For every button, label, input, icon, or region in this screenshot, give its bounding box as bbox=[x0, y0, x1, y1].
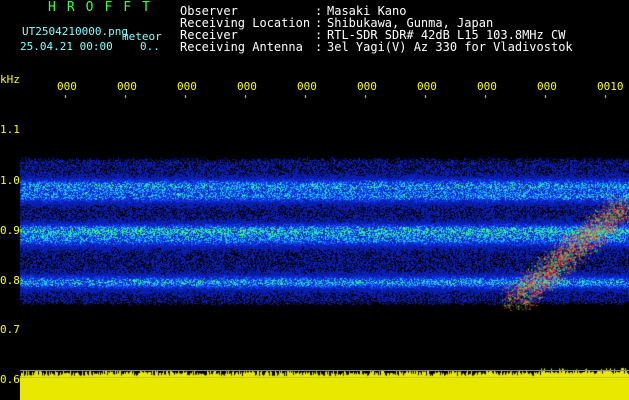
x-tick-label: 000 bbox=[117, 80, 137, 93]
x-tick-label: 000 bbox=[57, 80, 77, 93]
field-antenna-sep: : bbox=[315, 40, 323, 54]
y-tick-label: 0.6 bbox=[0, 373, 20, 386]
y-tick-label: 0.9 bbox=[0, 224, 20, 237]
x-tick-label: 000 bbox=[477, 80, 497, 93]
x-tick-label: 000 bbox=[177, 80, 197, 93]
x-tick-label: 000 bbox=[357, 80, 377, 93]
field-antenna-label: Receiving Antenna bbox=[180, 40, 303, 54]
x-tick-label: 000 bbox=[297, 80, 317, 93]
signal-level-bar bbox=[20, 378, 629, 400]
baseline-divider bbox=[20, 370, 629, 371]
y-tick-label: 0.7 bbox=[0, 323, 20, 336]
x-tick-label: 000 bbox=[237, 80, 257, 93]
x-tick-label: 0010 bbox=[597, 80, 624, 93]
x-tick-label: 000 bbox=[537, 80, 557, 93]
date-label: 25.04.21 00:00 bbox=[20, 40, 113, 53]
y-tick-label: 0.8 bbox=[0, 274, 20, 287]
field-antenna-value: 3el Yagi(V) Az 330 for Vladivostok bbox=[327, 40, 573, 54]
y-tick-label: 1.0 bbox=[0, 174, 20, 187]
app-title: HROFFT bbox=[48, 0, 161, 15]
y-tick-label: 1.1 bbox=[0, 123, 20, 136]
y-axis-unit: kHz bbox=[0, 73, 20, 86]
count-label: 0.. bbox=[140, 40, 160, 53]
x-tick-label: 000 bbox=[417, 80, 437, 93]
filename-label: UT2504210000.png bbox=[22, 25, 128, 38]
spectrogram bbox=[0, 0, 629, 400]
